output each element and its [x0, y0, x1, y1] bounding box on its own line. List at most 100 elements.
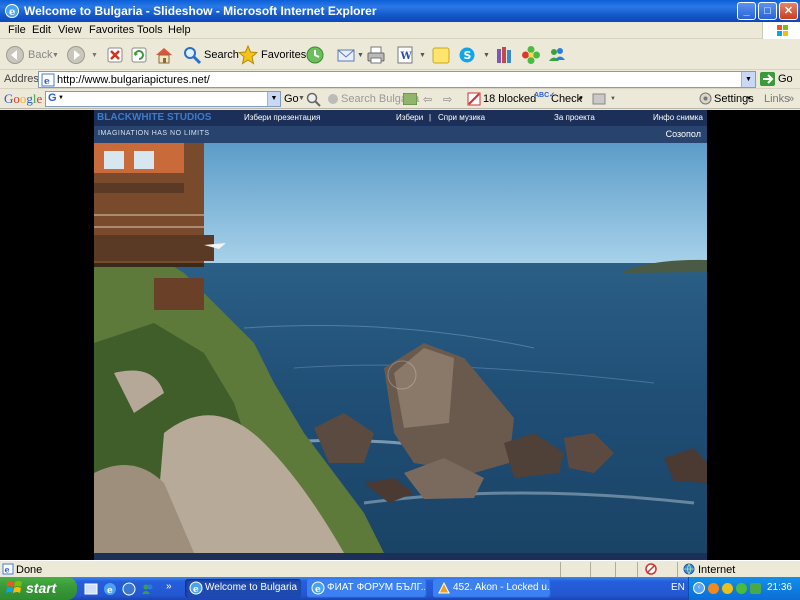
standard-toolbar: Back ▼ ▼ Search Favorites ▼ W ▼ S ▼	[0, 40, 800, 70]
site-footer	[94, 553, 707, 560]
spell-check-button[interactable]: ABC✓ Check ▼	[534, 91, 586, 107]
back-dropdown-icon[interactable]: ▼	[52, 52, 59, 72]
forward-button[interactable]	[66, 45, 86, 65]
popup-blocker-button[interactable]: 18 blocked	[467, 91, 536, 107]
svg-text:e: e	[5, 565, 10, 575]
tray-antivirus-icon[interactable]	[722, 583, 733, 594]
language-indicator[interactable]: EN	[671, 582, 685, 593]
research-button[interactable]	[494, 45, 514, 65]
search-label: Search	[204, 49, 239, 61]
page-icon: e	[41, 73, 55, 87]
web-content: BLACKWHITE STUDIOS Избери презентация Из…	[0, 110, 800, 560]
history-button[interactable]	[305, 45, 325, 65]
status-divider	[590, 562, 591, 577]
status-divider	[560, 562, 561, 577]
tray-network-icon[interactable]	[750, 583, 761, 594]
slideshow-photo[interactable]	[94, 143, 707, 553]
icq-button[interactable]	[521, 45, 541, 65]
task-akon-locked-up[interactable]: 452. Akon - Locked u...	[433, 579, 551, 598]
print-button[interactable]	[366, 45, 386, 65]
svg-text:e: e	[44, 77, 50, 87]
mail-dropdown-icon[interactable]: ▼	[357, 52, 364, 72]
menu-edit[interactable]: Edit	[32, 24, 51, 36]
page-rank-forward-icon[interactable]: ⇨	[443, 93, 452, 106]
menu-help[interactable]: Help	[168, 24, 191, 36]
back-arrow-icon	[6, 46, 24, 64]
discuss-button[interactable]	[431, 45, 451, 65]
mail-button[interactable]	[336, 45, 356, 65]
menu-bar: File Edit View Favorites Tools Help	[0, 22, 800, 39]
messenger-button[interactable]	[547, 45, 567, 65]
google-search-input[interactable]: G ▼ ▼	[45, 91, 281, 107]
windows-logo-icon	[762, 22, 800, 39]
popup-blocked-status-icon[interactable]	[644, 563, 658, 575]
refresh-button[interactable]	[130, 45, 148, 65]
favorites-button[interactable]: Favorites	[238, 45, 306, 65]
skype-icon: S	[459, 47, 475, 63]
autofill-dropdown-icon[interactable]: ▼	[610, 96, 616, 102]
menu-file[interactable]: File	[8, 24, 26, 36]
books-icon	[497, 47, 511, 63]
task-welcome-to-bulgaria[interactable]: e Welcome to Bulgaria - ...	[185, 579, 301, 598]
close-button[interactable]: ✕	[779, 2, 798, 20]
quicklaunch-show-desktop-icon[interactable]	[84, 582, 98, 596]
page-rank-back-icon[interactable]: ⇦	[423, 93, 432, 106]
news-icon[interactable]	[403, 93, 417, 105]
svg-text:e: e	[9, 7, 15, 18]
nav-about-project[interactable]: За проекта	[554, 113, 595, 122]
autofill-icon[interactable]	[592, 92, 606, 106]
nav-photo-info[interactable]: Инфо снимка	[653, 113, 703, 122]
edit-button[interactable]: W	[395, 45, 415, 65]
start-button[interactable]: start	[0, 577, 77, 600]
nav-choose-presentation[interactable]: Избери презентация	[244, 113, 320, 122]
sticky-note-icon	[432, 47, 450, 64]
google-go-button[interactable]: Go	[284, 93, 299, 105]
title-bar[interactable]: e Welcome to Bulgaria - Slideshow - Micr…	[0, 0, 800, 22]
task-ie-icon: e	[311, 581, 325, 595]
quicklaunch-media-icon[interactable]	[122, 582, 136, 596]
minimize-button[interactable]: _	[737, 2, 756, 20]
maximize-button[interactable]: □	[758, 2, 777, 20]
address-input[interactable]: e http://www.bulgariapictures.net/ ▼	[38, 71, 756, 88]
quicklaunch-messenger-icon[interactable]	[141, 582, 155, 596]
task-fiat-forum[interactable]: e ФИАТ ФОРУМ БЪЛГ...	[307, 579, 427, 598]
links-button[interactable]: Links	[764, 93, 790, 105]
search-web-icon[interactable]	[305, 91, 321, 107]
tray-firefox-icon[interactable]	[708, 583, 719, 594]
menu-favorites[interactable]: Favorites	[89, 24, 134, 36]
tray-icq-icon[interactable]	[736, 583, 747, 594]
google-settings-button[interactable]: Settings ▼	[699, 91, 754, 107]
address-dropdown-icon[interactable]: ▼	[741, 72, 755, 87]
check-dropdown-icon[interactable]: ▼	[578, 96, 584, 102]
google-search-dropdown-icon[interactable]: ▼	[267, 92, 280, 106]
quicklaunch-ie-icon[interactable]: e	[103, 582, 117, 596]
menu-tools[interactable]: Tools	[137, 24, 163, 36]
site-navigation: BLACKWHITE STUDIOS Избери презентация Из…	[94, 110, 707, 126]
blocked-count-label: 18 blocked	[483, 93, 537, 105]
internet-zone-icon	[683, 563, 695, 575]
menu-view[interactable]: View	[58, 24, 82, 36]
quicklaunch-more-icon[interactable]: »	[166, 581, 172, 592]
settings-dropdown-icon[interactable]: ▼	[746, 96, 752, 102]
skype-dropdown-icon[interactable]: ▼	[483, 52, 490, 72]
taskbar: start e » e Welcome to Bulgaria - ... e …	[0, 577, 800, 600]
svg-text:S: S	[464, 49, 472, 62]
internet-explorer-icon: e	[5, 4, 19, 18]
stop-icon	[107, 47, 123, 63]
nav-stop-music[interactable]: Спри музика	[438, 113, 485, 122]
nav-choose[interactable]: Избери	[396, 113, 423, 122]
google-g-dropdown-icon[interactable]: ▼	[58, 95, 64, 101]
home-button[interactable]	[154, 45, 174, 65]
clock[interactable]: 21:36	[767, 582, 792, 593]
back-button[interactable]: Back	[5, 45, 59, 65]
edit-dropdown-icon[interactable]: ▼	[419, 52, 426, 72]
stop-button[interactable]	[106, 45, 124, 65]
search-site-icon	[328, 94, 338, 104]
search-button[interactable]: Search	[182, 45, 239, 65]
google-go-dropdown-icon[interactable]: ▼	[298, 95, 305, 102]
tray-expand-icon[interactable]: ‹	[693, 582, 705, 594]
forward-dropdown-icon[interactable]: ▼	[91, 52, 98, 72]
skype-button[interactable]: S	[458, 45, 478, 65]
site-brand[interactable]: BLACKWHITE STUDIOS	[97, 112, 211, 123]
links-chevron-icon[interactable]: »	[788, 93, 794, 105]
